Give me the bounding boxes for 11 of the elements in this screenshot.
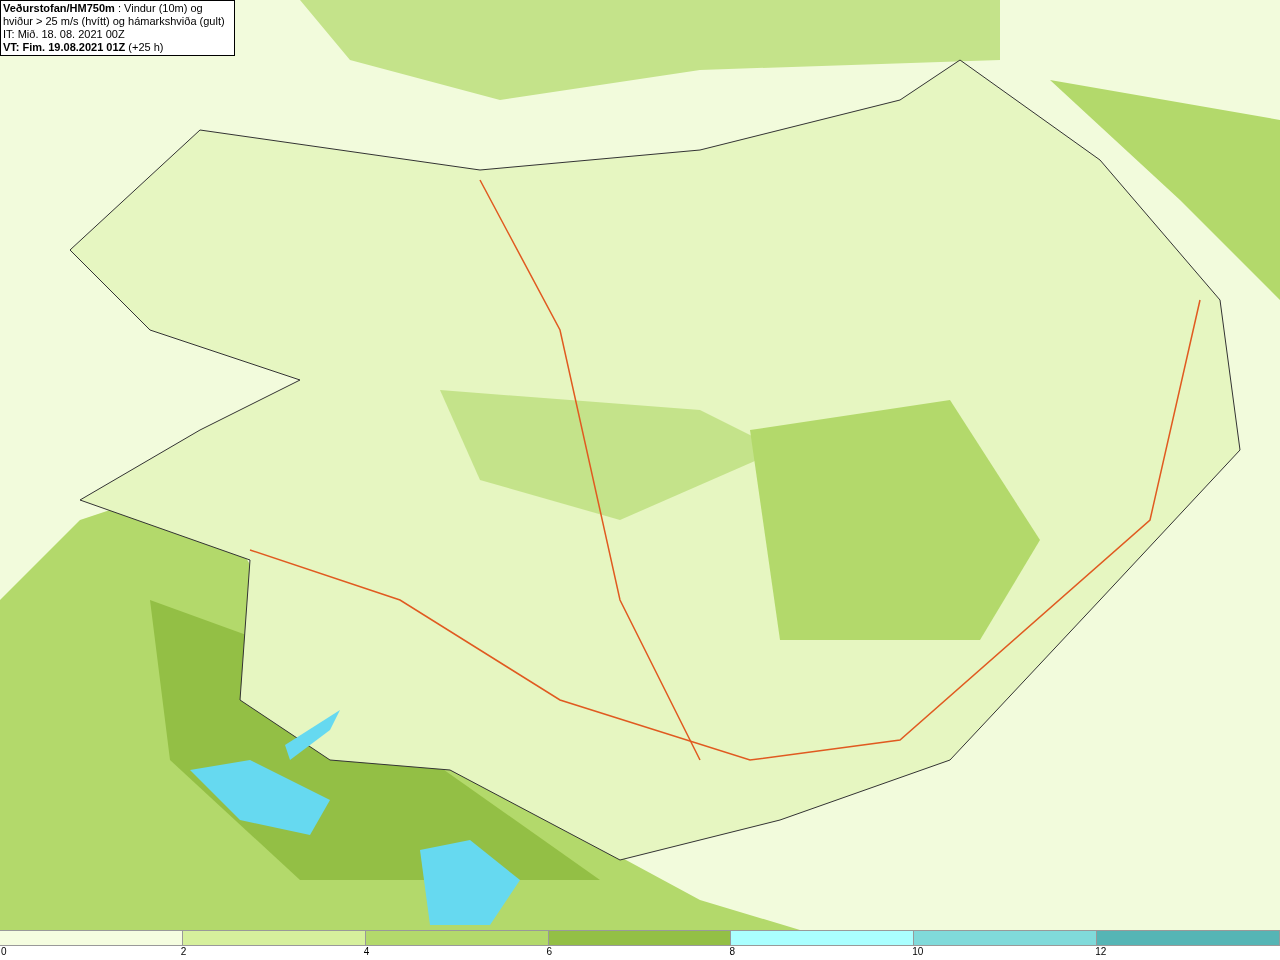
legend-label: 6 (546, 946, 553, 958)
legend-label: 12 (1095, 946, 1107, 958)
legend-label: 8 (729, 946, 735, 958)
legend-label: 2 (180, 946, 187, 958)
legend-label: 0 (1, 946, 7, 958)
title-line: IT: Mið. 18. 08. 2021 00Z (3, 28, 126, 41)
title-line: hviður > 25 m/s (hvítt) og hámarkshviða (gult) (3, 15, 226, 28)
legend-label: 10 (912, 946, 924, 958)
title-line: VT: Fim. 19.08.2021 01Z (+25 h) (3, 41, 165, 54)
title-line: Veðurstofan/HM750m : Vindur (10m) og (3, 2, 204, 15)
legend-label: 4 (363, 946, 370, 958)
